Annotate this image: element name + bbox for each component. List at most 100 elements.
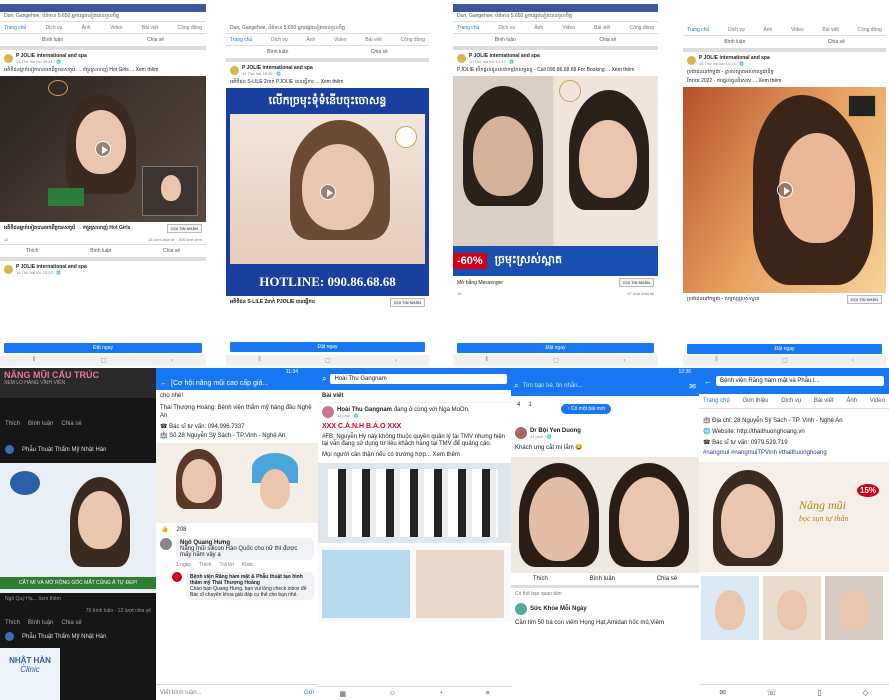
page-name[interactable]: Phẫu Thuật Thẩm Mỹ Nhật Hàn [22, 447, 107, 453]
like-comment-button[interactable]: Thích [199, 562, 212, 568]
reply-name[interactable]: Bệnh viện Răng hàm mặt & Phẫu thuật tạo … [190, 574, 310, 586]
clinic-website[interactable]: 🌐 Website: http://thaithuonghoang.vn [699, 426, 889, 437]
tab-video[interactable]: Video [870, 398, 885, 404]
share-button[interactable]: Chia sẻ [371, 49, 388, 55]
message-button[interactable]: GỌI TIN NHẮN [846, 295, 882, 304]
like-count[interactable]: 19 [457, 291, 461, 296]
video-thumbnail[interactable] [0, 76, 206, 222]
tab-community[interactable]: Cộng đồng [178, 25, 202, 31]
post-image[interactable] [156, 443, 318, 523]
tab-posts[interactable]: Bài viết [142, 25, 158, 31]
video-thumbnail[interactable]: លើកច្រមុះទុំទំនើបចុះចោសន្ធ HOTLINE: 090.… [226, 88, 429, 296]
message-button[interactable]: GỌI TIN NHẮN [389, 298, 425, 307]
tab-video[interactable]: Video [791, 27, 804, 33]
play-icon[interactable] [95, 141, 111, 157]
author-name[interactable]: Dr Bội Yen Duong [530, 428, 581, 434]
send-button[interactable]: Gửi [304, 690, 314, 696]
like-button[interactable]: Thích [26, 248, 39, 254]
avatar[interactable] [457, 54, 466, 63]
comment-button[interactable]: Bình luận [90, 248, 111, 254]
share-button[interactable]: Chia sẻ [61, 620, 81, 626]
tab-posts[interactable]: Bài viết [594, 25, 610, 31]
tab-home[interactable]: Trang chủ [230, 37, 252, 43]
tab-posts[interactable]: Bài viết [365, 37, 381, 43]
avatar[interactable] [322, 406, 334, 418]
promo-image[interactable]: Nâng mũi bọc sụn tự thân 15% [699, 462, 889, 572]
search-icon[interactable]: ⌕ [322, 374, 326, 384]
video-thumbnail[interactable] [683, 87, 886, 293]
bell-icon[interactable]: ◔ [439, 690, 443, 697]
tab-home[interactable]: Trang chủ [457, 25, 479, 31]
message-button[interactable]: GỌI TIN NHẮN [166, 224, 202, 233]
doctor-phone[interactable]: ☎ Bác sĩ tư vấn: 0979.529.719 [699, 437, 889, 448]
comment-button[interactable]: Bình luận [724, 39, 745, 45]
avatar[interactable] [5, 445, 14, 454]
like-count[interactable]: 208 [176, 527, 186, 533]
back-icon[interactable]: ← [160, 380, 167, 387]
message-button[interactable]: GỌI TIN NHẮN [618, 278, 654, 287]
search-input[interactable]: Bệnh viện Răng hàm mặt và Phẫu t... [716, 376, 884, 386]
tab-services[interactable]: Dịch vụ [498, 25, 515, 31]
tab-posts[interactable]: Bài viết [814, 398, 834, 404]
tab-home[interactable]: Trang chủ [703, 398, 730, 404]
avatar[interactable] [160, 538, 172, 550]
home-icon[interactable]: ▢ [553, 357, 559, 364]
messenger-icon[interactable]: ✉ [719, 688, 726, 697]
tab-about[interactable]: Giới thiệu [743, 398, 769, 404]
tab-home[interactable]: Trang chủ [687, 27, 709, 33]
avatar[interactable] [4, 265, 13, 274]
tab-services[interactable]: Dịch vụ [781, 398, 801, 404]
tab-services[interactable]: Dịch vụ [271, 37, 288, 43]
home-icon[interactable]: ▦ [339, 690, 346, 698]
comment-button[interactable]: Bình luận [28, 421, 53, 427]
avatar[interactable] [515, 603, 527, 615]
link-title[interactable]: អតិថិជនម្នាក់ទៀតបានមកពីប្រទេសកូរ៉េ → #គួ… [4, 225, 130, 232]
before-after-image[interactable] [511, 457, 699, 573]
back-icon[interactable]: ‹ [624, 358, 626, 364]
comment-button[interactable]: Bình luận [495, 37, 516, 43]
tab-posts[interactable]: Bài viết [822, 27, 838, 33]
page-name[interactable]: Sức Khỏe Mỗi Ngày [530, 606, 587, 612]
tab-photos[interactable]: Ảnh [846, 398, 857, 404]
pip-video[interactable] [142, 166, 198, 216]
share-button[interactable]: Chia sẻ [657, 576, 677, 582]
tab-photos[interactable]: Ảnh [763, 27, 772, 33]
new-post-pill[interactable]: ↑ Có một bài mới [561, 404, 612, 414]
home-icon[interactable]: ▢ [782, 357, 788, 364]
tab-photos[interactable]: Ảnh [82, 25, 91, 31]
home-icon[interactable]: ▢ [325, 357, 331, 364]
doctor-phone[interactable]: ☎ Bác sĩ tư vấn: 094.996.7337 [156, 422, 318, 431]
bookmark-icon[interactable]: ▯ [817, 688, 821, 697]
like-count[interactable]: 12 [4, 237, 8, 242]
book-now-button[interactable]: Đặt ngay [230, 342, 425, 352]
tab-services[interactable]: Dịch vụ [46, 25, 63, 31]
comment-button[interactable]: Bình luận [267, 49, 288, 55]
recent-apps-icon[interactable]: ⦀ [485, 357, 488, 364]
like-button[interactable]: Thích [5, 421, 20, 427]
tab-video[interactable]: Video [334, 37, 347, 43]
back-icon[interactable]: ‹ [852, 358, 854, 364]
page-name[interactable]: Phẫu Thuật Thẩm Mỹ Nhật Hàn [22, 634, 107, 640]
search-icon[interactable]: ⌕ [514, 381, 518, 391]
comment-button[interactable]: Bình luận [28, 620, 53, 626]
tab-services[interactable]: Dịch vụ [728, 27, 745, 33]
book-now-button[interactable]: Đặt ngay [687, 344, 882, 354]
like-button[interactable]: Thích [533, 576, 548, 582]
back-icon[interactable]: ‹ [395, 358, 397, 364]
reaction-count[interactable]: 4 [517, 402, 520, 408]
link-title[interactable]: ប្រជាជននៅកម្ពុជា - សម្ផស្សស្រស់ស្អាត [687, 296, 759, 303]
reply-button[interactable]: Trả lời [220, 562, 234, 568]
share-button[interactable]: Chia sẻ [599, 37, 616, 43]
back-icon[interactable]: ‹ [171, 358, 173, 364]
photo-grid[interactable] [699, 574, 889, 644]
tab-community[interactable]: Cộng đồng [630, 25, 654, 31]
friends-icon[interactable]: ☺ [389, 690, 396, 697]
author-name[interactable]: Hoài Thu Gangnam [337, 407, 392, 413]
tab-home[interactable]: Trang chủ [4, 25, 26, 31]
messenger-link[interactable]: Mở bằng Messenger [457, 280, 503, 286]
recent-apps-icon[interactable]: ⦀ [33, 357, 36, 364]
avatar[interactable] [515, 427, 527, 439]
comment-count[interactable]: 1 [528, 402, 531, 408]
play-icon[interactable] [776, 182, 793, 198]
tab-photos[interactable]: Ảnh [534, 25, 543, 31]
